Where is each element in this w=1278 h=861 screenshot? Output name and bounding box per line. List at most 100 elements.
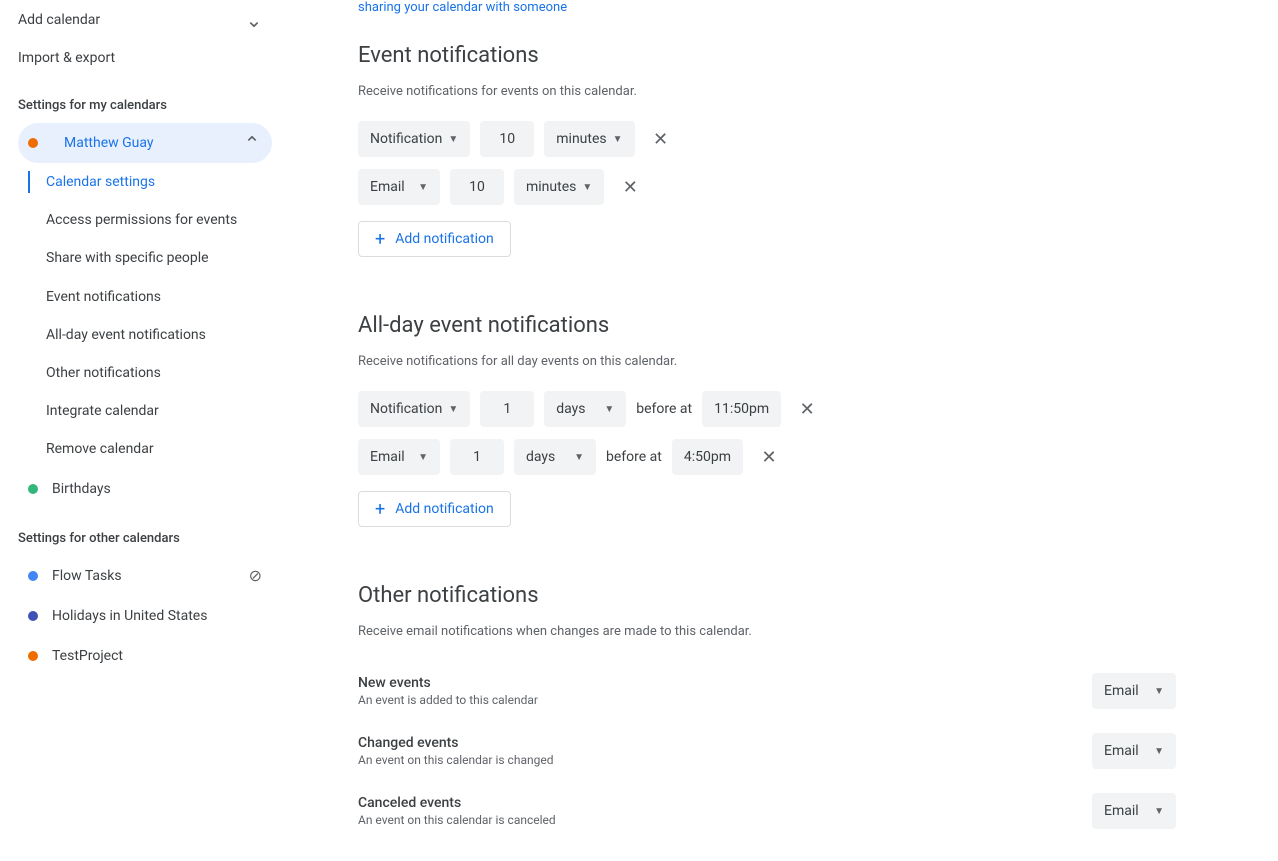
notification-row: Email ▼ 10 minutes ▼ ✕ (358, 169, 1176, 205)
calendar-subnav: Calendar settings Access permissions for… (28, 163, 272, 469)
calendar-color-dot (28, 651, 38, 661)
help-link[interactable]: sharing your calendar with someone (358, 0, 1176, 15)
plus-icon: + (375, 499, 385, 520)
section-event-notifications: Event notifications Receive notification… (358, 43, 1176, 257)
section-allday-notifications: All-day event notifications Receive noti… (358, 313, 1176, 527)
value-input[interactable]: 10 (480, 121, 534, 157)
other-notification-row: Changed events An event on this calendar… (358, 721, 1176, 781)
method-value: Email (370, 449, 405, 465)
add-notification-button[interactable]: + Add notification (358, 491, 511, 527)
dropdown-icon: ▼ (1154, 806, 1164, 817)
settings-main: sharing your calendar with someone Event… (280, 0, 1200, 861)
method-select[interactable]: Email ▼ (358, 169, 440, 205)
other-notification-row: New events An event is added to this cal… (358, 661, 1176, 721)
subnav-share-people[interactable]: Share with specific people (46, 239, 272, 277)
unit-value: minutes (526, 179, 576, 195)
dropdown-icon: ▼ (418, 452, 428, 463)
notification-row: Email ▼ 1 days ▼ before at 4:50pm ✕ (358, 439, 1176, 475)
section-header-other-calendars: Settings for other calendars (18, 531, 272, 546)
calendar-item-birthdays[interactable]: Birthdays (18, 469, 272, 509)
dropdown-icon: ▼ (574, 452, 584, 463)
other-row-title: New events (358, 675, 538, 691)
dropdown-icon: ▼ (448, 134, 458, 145)
dropdown-icon: ▼ (1154, 746, 1164, 757)
other-method-select[interactable]: Email ▼ (1092, 793, 1176, 829)
select-value: Email (1104, 743, 1139, 759)
subnav-calendar-settings[interactable]: Calendar settings (46, 163, 272, 201)
method-select[interactable]: Notification ▼ (358, 391, 470, 427)
calendar-item-flow-tasks[interactable]: Flow Tasks ⊘ (18, 556, 272, 596)
add-notification-button[interactable]: + Add notification (358, 221, 511, 257)
other-row-title: Changed events (358, 735, 553, 751)
subnav-event-notifications[interactable]: Event notifications (46, 278, 272, 316)
method-value: Notification (370, 131, 442, 147)
nav-import-export[interactable]: Import & export (18, 40, 272, 76)
calendar-name: Holidays in United States (52, 608, 207, 624)
section-title: Event notifications (358, 43, 1176, 68)
plus-icon: + (375, 229, 385, 250)
section-title: Other notifications (358, 583, 1176, 608)
calendar-name: Matthew Guay (64, 135, 242, 151)
before-at-label: before at (606, 449, 662, 465)
value-input[interactable]: 1 (450, 439, 504, 475)
dropdown-icon: ▼ (1154, 686, 1164, 697)
calendar-name: TestProject (52, 648, 123, 664)
value-input[interactable]: 1 (480, 391, 534, 427)
unit-value: days (556, 401, 585, 417)
dropdown-icon: ▼ (604, 404, 614, 415)
time-select[interactable]: 11:50pm (702, 391, 781, 427)
remove-notification-button[interactable]: ✕ (753, 441, 785, 473)
unit-value: days (526, 449, 555, 465)
notification-row: Notification ▼ 1 days ▼ before at 11:50p… (358, 391, 1176, 427)
calendar-item-testproject[interactable]: TestProject (18, 636, 272, 676)
section-subtitle: Receive notifications for all day events… (358, 354, 1176, 369)
section-subtitle: Receive email notifications when changes… (358, 624, 1176, 639)
unit-select[interactable]: minutes ▼ (544, 121, 634, 157)
remove-notification-button[interactable]: ✕ (791, 393, 823, 425)
calendar-color-dot (28, 571, 38, 581)
other-notification-row: Canceled events An event on this calenda… (358, 781, 1176, 841)
calendar-item-holidays-us[interactable]: Holidays in United States (18, 596, 272, 636)
method-select[interactable]: Email ▼ (358, 439, 440, 475)
before-at-label: before at (636, 401, 692, 417)
other-row-desc: An event on this calendar is canceled (358, 813, 556, 827)
subnav-other-notifications[interactable]: Other notifications (46, 354, 272, 392)
other-method-select[interactable]: Email ▼ (1092, 673, 1176, 709)
other-method-select[interactable]: Email ▼ (1092, 733, 1176, 769)
method-select[interactable]: Notification ▼ (358, 121, 470, 157)
nav-add-calendar[interactable]: Add calendar ⌄ (18, 0, 272, 40)
section-header-my-calendars: Settings for my calendars (18, 98, 272, 113)
remove-notification-button[interactable]: ✕ (614, 171, 646, 203)
dropdown-icon: ▼ (613, 134, 623, 145)
select-value: Email (1104, 803, 1139, 819)
nav-label: Import & export (18, 50, 115, 66)
unit-select[interactable]: days ▼ (544, 391, 626, 427)
section-other-notifications: Other notifications Receive email notifi… (358, 583, 1176, 841)
dropdown-icon: ▼ (582, 182, 592, 193)
subnav-access-permissions[interactable]: Access permissions for events (46, 201, 272, 239)
method-value: Email (370, 179, 405, 195)
settings-sidebar: Add calendar ⌄ Import & export Settings … (0, 0, 280, 861)
value-input[interactable]: 10 (450, 169, 504, 205)
section-title: All-day event notifications (358, 313, 1176, 338)
chevron-up-icon: ⌄ (242, 133, 262, 153)
unsubscribe-icon[interactable]: ⊘ (249, 566, 262, 585)
remove-notification-button[interactable]: ✕ (645, 123, 677, 155)
calendar-color-dot (28, 611, 38, 621)
unit-select[interactable]: days ▼ (514, 439, 596, 475)
add-label: Add notification (395, 231, 494, 247)
calendar-item-primary[interactable]: Matthew Guay ⌄ (18, 123, 272, 163)
calendar-color-dot (28, 138, 38, 148)
dropdown-icon: ▼ (418, 182, 428, 193)
unit-value: minutes (556, 131, 606, 147)
subnav-integrate-calendar[interactable]: Integrate calendar (46, 392, 272, 430)
calendar-name: Birthdays (52, 481, 111, 497)
unit-select[interactable]: minutes ▼ (514, 169, 604, 205)
subnav-remove-calendar[interactable]: Remove calendar (46, 430, 272, 468)
notification-row: Notification ▼ 10 minutes ▼ ✕ (358, 121, 1176, 157)
time-select[interactable]: 4:50pm (672, 439, 743, 475)
add-label: Add notification (395, 501, 494, 517)
subnav-allday-notifications[interactable]: All-day event notifications (46, 316, 272, 354)
calendar-color-dot (28, 484, 38, 494)
dropdown-icon: ▼ (448, 404, 458, 415)
